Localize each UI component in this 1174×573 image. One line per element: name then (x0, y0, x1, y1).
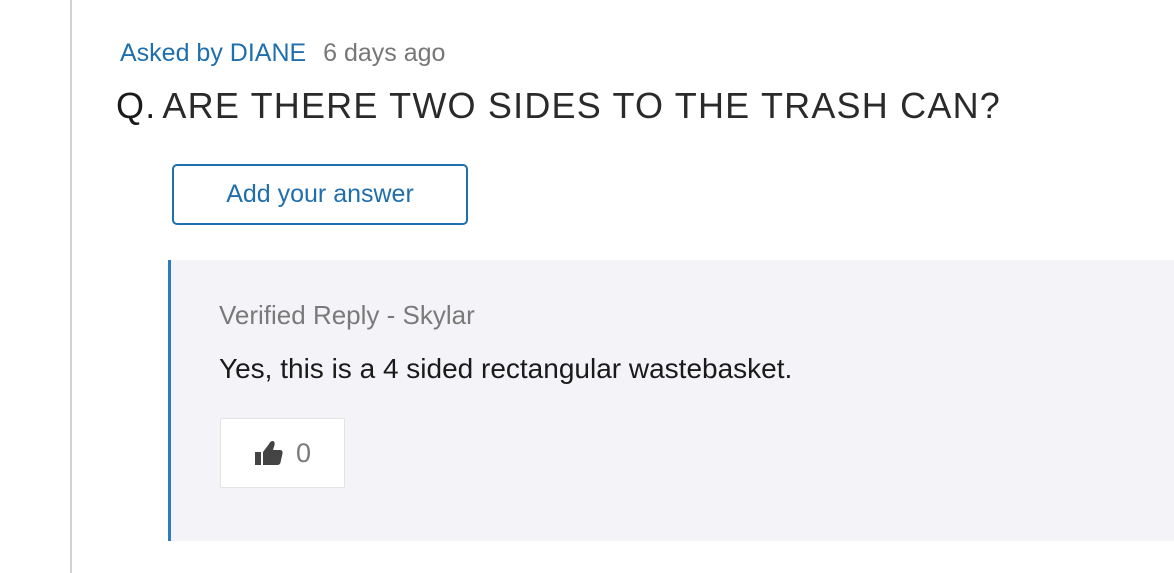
qa-page: Asked by DIANE 6 days ago Q. ARE THERE TW… (0, 0, 1174, 573)
helpful-vote-button[interactable]: 0 (220, 418, 345, 488)
verified-reply: Verified Reply - Skylar Yes, this is a 4… (168, 260, 1174, 541)
question-text: ARE THERE TWO SIDES TO THE TRASH CAN? (162, 85, 1001, 126)
asked-timestamp: 6 days ago (323, 39, 446, 67)
reply-author: Verified Reply - Skylar (219, 300, 475, 330)
add-answer-button[interactable]: Add your answer (172, 164, 468, 225)
question-title: Q. ARE THERE TWO SIDES TO THE TRASH CAN? (116, 84, 1001, 128)
question-meta: Asked by DIANE 6 days ago (120, 36, 445, 70)
asked-by-link[interactable]: Asked by DIANE (120, 39, 306, 67)
left-divider (70, 0, 72, 573)
thumbs-up-icon (254, 439, 284, 467)
helpful-count: 0 (295, 437, 312, 468)
question-prefix: Q. (116, 85, 157, 126)
reply-text: Yes, this is a 4 sided rectangular waste… (219, 353, 793, 384)
